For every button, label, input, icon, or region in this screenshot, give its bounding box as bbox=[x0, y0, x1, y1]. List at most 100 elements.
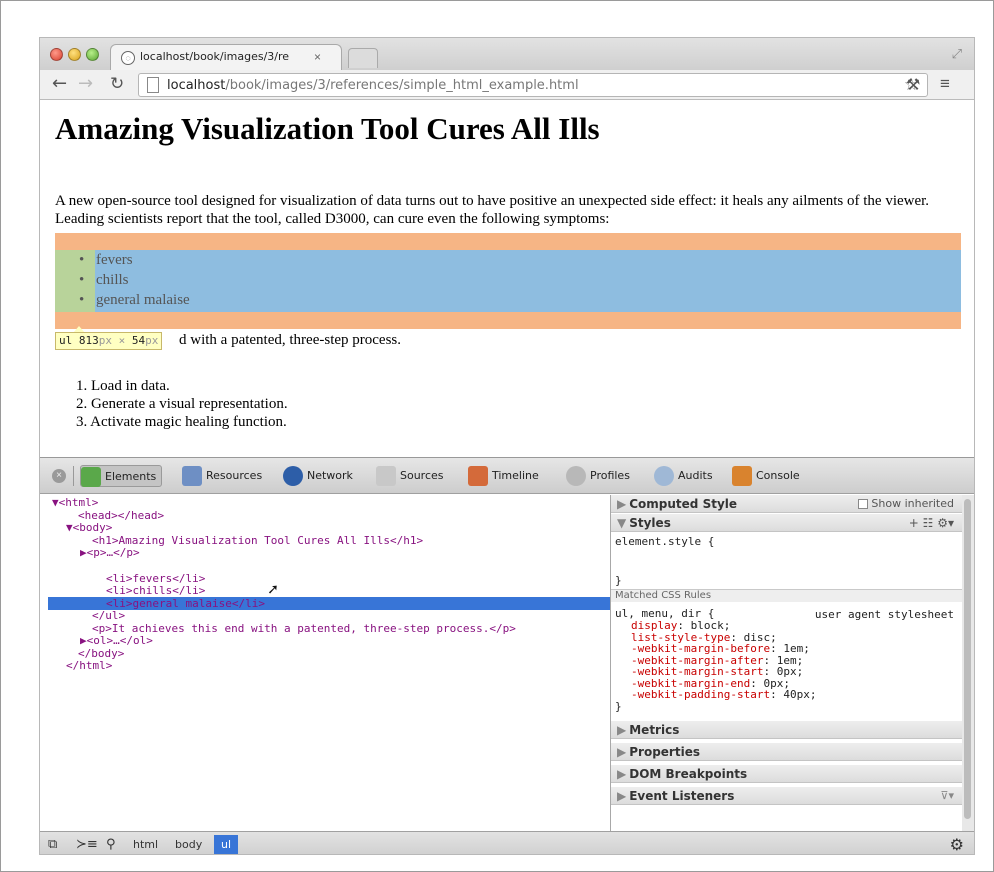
checkbox-label: Show inherited bbox=[871, 497, 954, 510]
css-declaration[interactable]: -webkit-margin-before: 1em; bbox=[631, 643, 810, 655]
mouse-cursor-icon: ➚ bbox=[268, 580, 278, 599]
filter-icon[interactable]: ⊽▾ bbox=[940, 787, 954, 805]
close-brace: } bbox=[615, 700, 622, 713]
tab-audits[interactable]: Audits bbox=[654, 465, 713, 487]
devtools-toolbar: × Elements Resources Network Sources Tim… bbox=[40, 458, 974, 494]
section-title: Properties bbox=[629, 745, 700, 759]
forward-arrow-icon[interactable]: → bbox=[78, 73, 93, 94]
rule-selector: ul, menu, dir { bbox=[615, 607, 715, 620]
dom-node[interactable]: ▼<body> bbox=[66, 521, 112, 535]
metrics-header[interactable]: ▶ Metrics bbox=[611, 721, 962, 739]
browser-window: ◌ localhost/book/images/3/re × ⤢ ← → ↻ l… bbox=[39, 37, 975, 855]
tab-network[interactable]: Network bbox=[283, 465, 353, 487]
page-icon bbox=[147, 77, 159, 93]
dom-node[interactable]: </html> bbox=[66, 659, 112, 673]
tab-console[interactable]: Console bbox=[732, 465, 800, 487]
scrollbar-thumb[interactable] bbox=[964, 499, 971, 819]
tab-title: localhost/book/images/3/re bbox=[140, 50, 290, 63]
triangle-right-icon: ▶ bbox=[617, 745, 627, 759]
list-item: fevers bbox=[79, 252, 132, 269]
close-brace: } bbox=[615, 574, 622, 587]
dom-tree[interactable]: ▼<html> <head></head> ▼<body> <h1>Amazin… bbox=[40, 495, 610, 831]
list-item: 3. Activate magic healing function. bbox=[76, 414, 287, 430]
search-icon[interactable]: ⚲ bbox=[106, 837, 116, 852]
browser-tab[interactable]: ◌ localhost/book/images/3/re × bbox=[110, 44, 342, 70]
dom-node[interactable]: <p>It achieves this end with a patented,… bbox=[92, 622, 516, 636]
tab-sources[interactable]: Sources bbox=[376, 465, 444, 487]
tab-profiles[interactable]: Profiles bbox=[566, 465, 630, 487]
section-title: DOM Breakpoints bbox=[629, 767, 748, 781]
url-host: localhost bbox=[167, 78, 226, 93]
back-arrow-icon[interactable]: ← bbox=[52, 73, 67, 94]
section-title: Event Listeners bbox=[629, 789, 735, 803]
dom-node[interactable]: <li>general malaise</li> bbox=[106, 597, 265, 611]
fullscreen-icon[interactable]: ⤢ bbox=[952, 46, 962, 62]
dom-breakpoints-header[interactable]: ▶ DOM Breakpoints bbox=[611, 765, 962, 783]
css-property: -webkit-padding-start bbox=[631, 688, 771, 701]
close-window-button[interactable] bbox=[50, 48, 63, 61]
intro-paragraph: A new open-source tool designed for visu… bbox=[55, 193, 930, 227]
new-tab-button[interactable] bbox=[348, 48, 378, 68]
reload-icon[interactable]: ↻ bbox=[110, 74, 124, 94]
tab-bar: ◌ localhost/book/images/3/re × ⤢ bbox=[40, 38, 974, 70]
dom-node-selected[interactable]: ▼<ul> bbox=[80, 559, 113, 573]
timeline-icon bbox=[468, 466, 488, 486]
network-icon bbox=[283, 466, 303, 486]
sidebar-scrollbar[interactable] bbox=[962, 495, 974, 831]
css-declaration[interactable]: -webkit-padding-start: 40px; bbox=[631, 689, 816, 701]
dom-node[interactable]: </ul> bbox=[92, 609, 125, 623]
triangle-down-icon: ▼ bbox=[617, 516, 627, 530]
devtools-panel: × Elements Resources Network Sources Tim… bbox=[40, 457, 974, 854]
tab-timeline[interactable]: Timeline bbox=[468, 465, 539, 487]
triangle-right-icon: ▶ bbox=[617, 789, 627, 803]
screenshot-frame: ◌ localhost/book/images/3/re × ⤢ ← → ↻ l… bbox=[0, 0, 994, 872]
section-title: Styles bbox=[629, 516, 671, 530]
close-devtools-icon[interactable]: × bbox=[52, 469, 66, 483]
styles-tools[interactable]: + ☷ ⚙▾ bbox=[909, 514, 954, 532]
wrench-icon[interactable]: ⚒ bbox=[906, 75, 920, 95]
styles-sidebar: ▶ Computed Style Show inherited ▼ Styles +… bbox=[610, 495, 962, 831]
dom-node[interactable]: <li>chills</li> bbox=[106, 584, 205, 598]
tab-elements[interactable]: Elements bbox=[80, 465, 163, 487]
ul-padding-highlight bbox=[55, 250, 95, 312]
zoom-window-button[interactable] bbox=[86, 48, 99, 61]
ul-content-highlight bbox=[55, 250, 961, 312]
element-size-tooltip: ul 813px × 54px bbox=[55, 332, 163, 350]
dom-node[interactable]: ▶<p>…</p> bbox=[80, 546, 140, 560]
console-drawer-icon[interactable]: ≻≡ bbox=[76, 837, 98, 852]
breadcrumb-html[interactable]: html bbox=[126, 835, 165, 854]
divider bbox=[73, 466, 74, 486]
breadcrumb-ul[interactable]: ul bbox=[214, 835, 239, 854]
show-inherited-toggle[interactable]: Show inherited bbox=[858, 495, 954, 513]
tab-close-icon[interactable]: × bbox=[314, 50, 321, 64]
browser-toolbar: ← → ↻ localhost/book/images/3/references… bbox=[40, 70, 974, 100]
page-heading: Amazing Visualization Tool Cures All Ill… bbox=[55, 111, 600, 146]
gear-icon[interactable]: ⚙ bbox=[950, 835, 964, 854]
css-value: 40px; bbox=[783, 688, 817, 701]
tooltip-unit: px bbox=[98, 334, 112, 347]
properties-header[interactable]: ▶ Properties bbox=[611, 743, 962, 761]
minimize-window-button[interactable] bbox=[68, 48, 81, 61]
css-declaration[interactable]: display: block; bbox=[631, 620, 730, 632]
event-listeners-header[interactable]: ▶ Event Listeners ⊽▾ bbox=[611, 787, 962, 805]
address-bar[interactable]: localhost/book/images/3/references/simpl… bbox=[138, 73, 928, 97]
dom-node[interactable]: ▼<html> bbox=[52, 496, 98, 510]
element-style-rule[interactable]: element.style { bbox=[615, 536, 714, 548]
triangle-right-icon: ▶ bbox=[617, 497, 627, 511]
menu-icon[interactable]: ≡ bbox=[940, 74, 950, 94]
tab-resources[interactable]: Resources bbox=[182, 465, 262, 487]
list-item: 2. Generate a visual representation. bbox=[76, 396, 288, 412]
styles-header[interactable]: ▼ Styles + ☷ ⚙▾ bbox=[611, 514, 962, 532]
computed-style-header[interactable]: ▶ Computed Style Show inherited bbox=[611, 495, 962, 513]
css-declaration[interactable]: -webkit-margin-start: 0px; bbox=[631, 666, 803, 678]
dock-icon[interactable]: ⧉ bbox=[48, 837, 57, 852]
list-item: 1. Load in data. bbox=[76, 378, 170, 394]
dom-node[interactable]: ▶<ol>…</ol> bbox=[80, 634, 153, 648]
checkbox[interactable] bbox=[858, 499, 869, 509]
tab-label: Resources bbox=[206, 469, 263, 482]
breadcrumb-body[interactable]: body bbox=[168, 835, 209, 854]
section-title: Metrics bbox=[629, 723, 680, 737]
dom-node[interactable]: <h1>Amazing Visualization Tool Cures All… bbox=[92, 534, 423, 548]
globe-icon: ◌ bbox=[121, 51, 135, 65]
tooltip-width: 813 bbox=[78, 334, 99, 347]
